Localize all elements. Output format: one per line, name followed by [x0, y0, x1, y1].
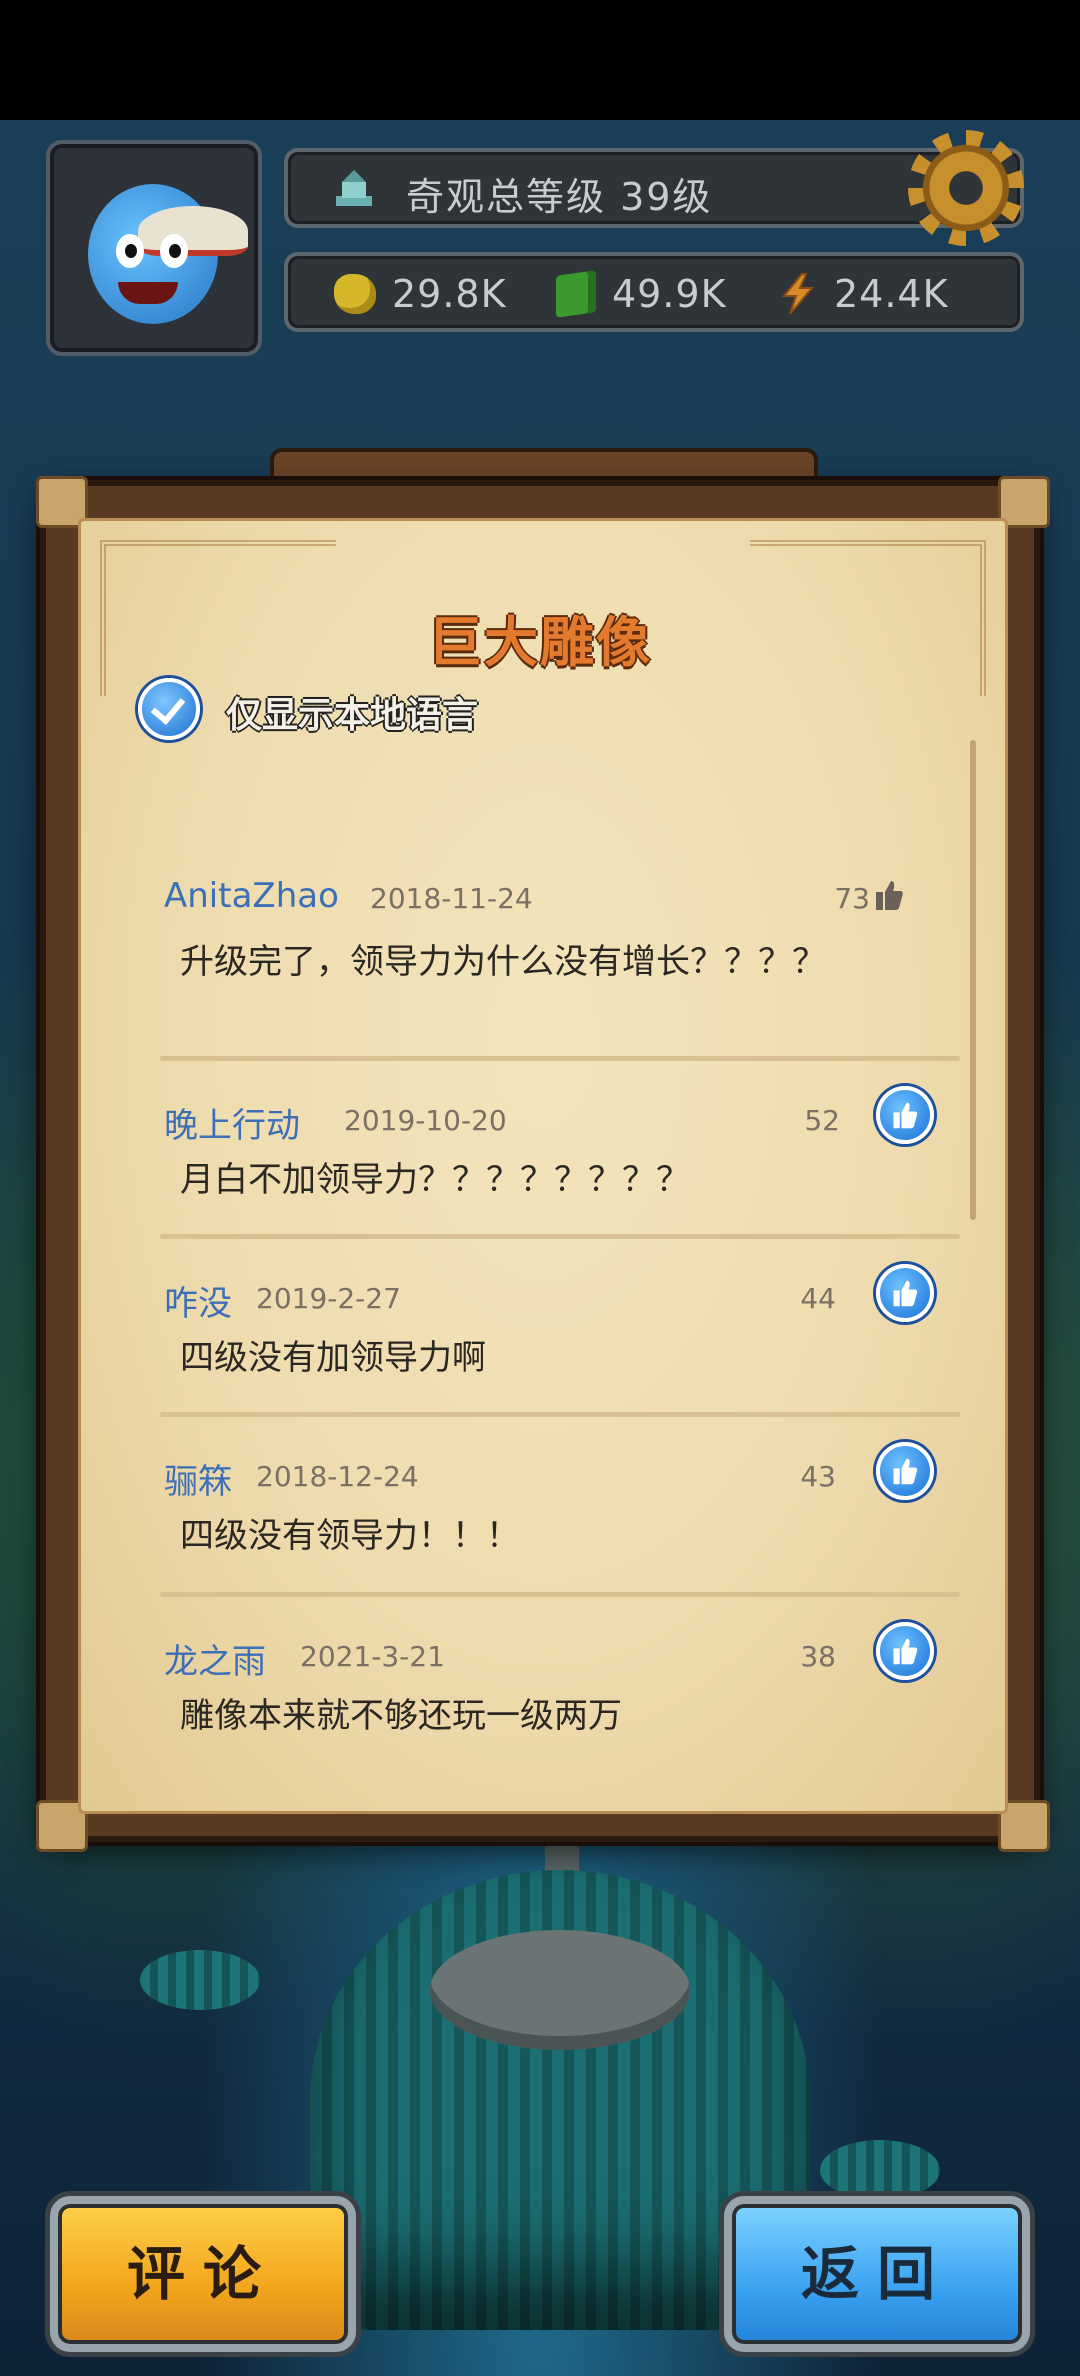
- resource-bar: 29.8K 49.9K 24.4K: [284, 252, 1024, 332]
- liked-thumbs-up-icon[interactable]: [876, 1622, 934, 1680]
- comment-like-count: 43: [800, 1460, 836, 1493]
- comment-divider: [160, 1234, 960, 1239]
- wood-value: 49.9K: [612, 272, 727, 316]
- comment-text: 四级没有领导力！！！: [180, 1516, 520, 1556]
- comment-like-count: 44: [800, 1282, 836, 1315]
- thumbs-up-icon[interactable]: [874, 878, 904, 912]
- comment-text: 雕像本来就不够还玩一级两万: [180, 1696, 622, 1736]
- comments-scrollbar[interactable]: [970, 740, 976, 1220]
- liked-thumbs-up-icon[interactable]: [876, 1442, 934, 1500]
- wonder-icon: [336, 170, 372, 206]
- settings-gear-icon[interactable]: [908, 130, 1024, 246]
- gold-value: 29.8K: [392, 272, 507, 316]
- wonder-level-text: 奇观总等级 39级: [406, 175, 713, 219]
- back-button[interactable]: 返回: [724, 2196, 1030, 2352]
- comment-item: 咋没 2019-2-27 44 四级没有加领导力啊: [100, 1264, 940, 1416]
- comment-date: 2021-3-21: [300, 1640, 445, 1673]
- comment-item: AnitaZhao 2018-11-24 73 升级完了，领导力为什么没有增长？…: [100, 876, 940, 1056]
- comment-like-count: 52: [804, 1104, 840, 1137]
- comment-divider: [160, 1056, 960, 1061]
- background-post: [140, 1950, 260, 2010]
- player-avatar[interactable]: [46, 140, 262, 356]
- panel-title: 巨大雕像: [428, 611, 652, 674]
- comment-item: 骊箖 2018-12-24 43 四级没有领导力！！！: [100, 1442, 940, 1594]
- comment-button[interactable]: 评论: [50, 2196, 356, 2352]
- comment-item: 龙之雨 2021-3-21 38 雕像本来就不够还玩一级两万: [100, 1622, 940, 1774]
- comment-date: 2019-2-27: [256, 1282, 401, 1315]
- gold-ore-icon: [334, 274, 376, 314]
- liked-thumbs-up-icon[interactable]: [876, 1086, 934, 1144]
- comment-text: 月白不加领导力？？？？？？？？: [180, 1160, 690, 1200]
- genie-portrait: [88, 184, 248, 324]
- comment-item: 晚上行动 2019-10-20 52 月白不加领导力？？？？？？？？: [100, 1086, 940, 1238]
- comment-username[interactable]: 咋没: [164, 1276, 232, 1325]
- wood-resource: 49.9K: [556, 268, 727, 320]
- background-post: [820, 2140, 940, 2200]
- wood-icon: [556, 270, 596, 318]
- comment-like-count: 73: [834, 882, 870, 915]
- comment-username[interactable]: 龙之雨: [164, 1634, 266, 1683]
- liked-thumbs-up-icon[interactable]: [876, 1264, 934, 1322]
- local-language-label[interactable]: 仅显示本地语言: [226, 686, 478, 738]
- comment-divider: [160, 1412, 960, 1417]
- energy-value: 24.4K: [834, 272, 949, 316]
- comment-text: 升级完了，领导力为什么没有增长？？？？: [180, 942, 826, 982]
- comment-date: 2018-11-24: [370, 882, 533, 915]
- gold-resource: 29.8K: [334, 268, 507, 320]
- comment-username[interactable]: 晚上行动: [164, 1098, 300, 1147]
- energy-resource: 24.4K: [778, 268, 949, 320]
- comment-username[interactable]: 骊箖: [164, 1454, 232, 1503]
- comment-username[interactable]: AnitaZhao: [164, 876, 339, 916]
- comment-like-count: 38: [800, 1640, 836, 1673]
- comment-text: 四级没有加领导力啊: [180, 1338, 486, 1378]
- comment-date: 2019-10-20: [344, 1104, 507, 1137]
- comment-divider: [160, 1592, 960, 1597]
- local-language-checkbox[interactable]: [138, 678, 200, 740]
- comment-date: 2018-12-24: [256, 1460, 419, 1493]
- statue-cap: [430, 1930, 690, 2050]
- energy-bolt-icon: [781, 273, 815, 315]
